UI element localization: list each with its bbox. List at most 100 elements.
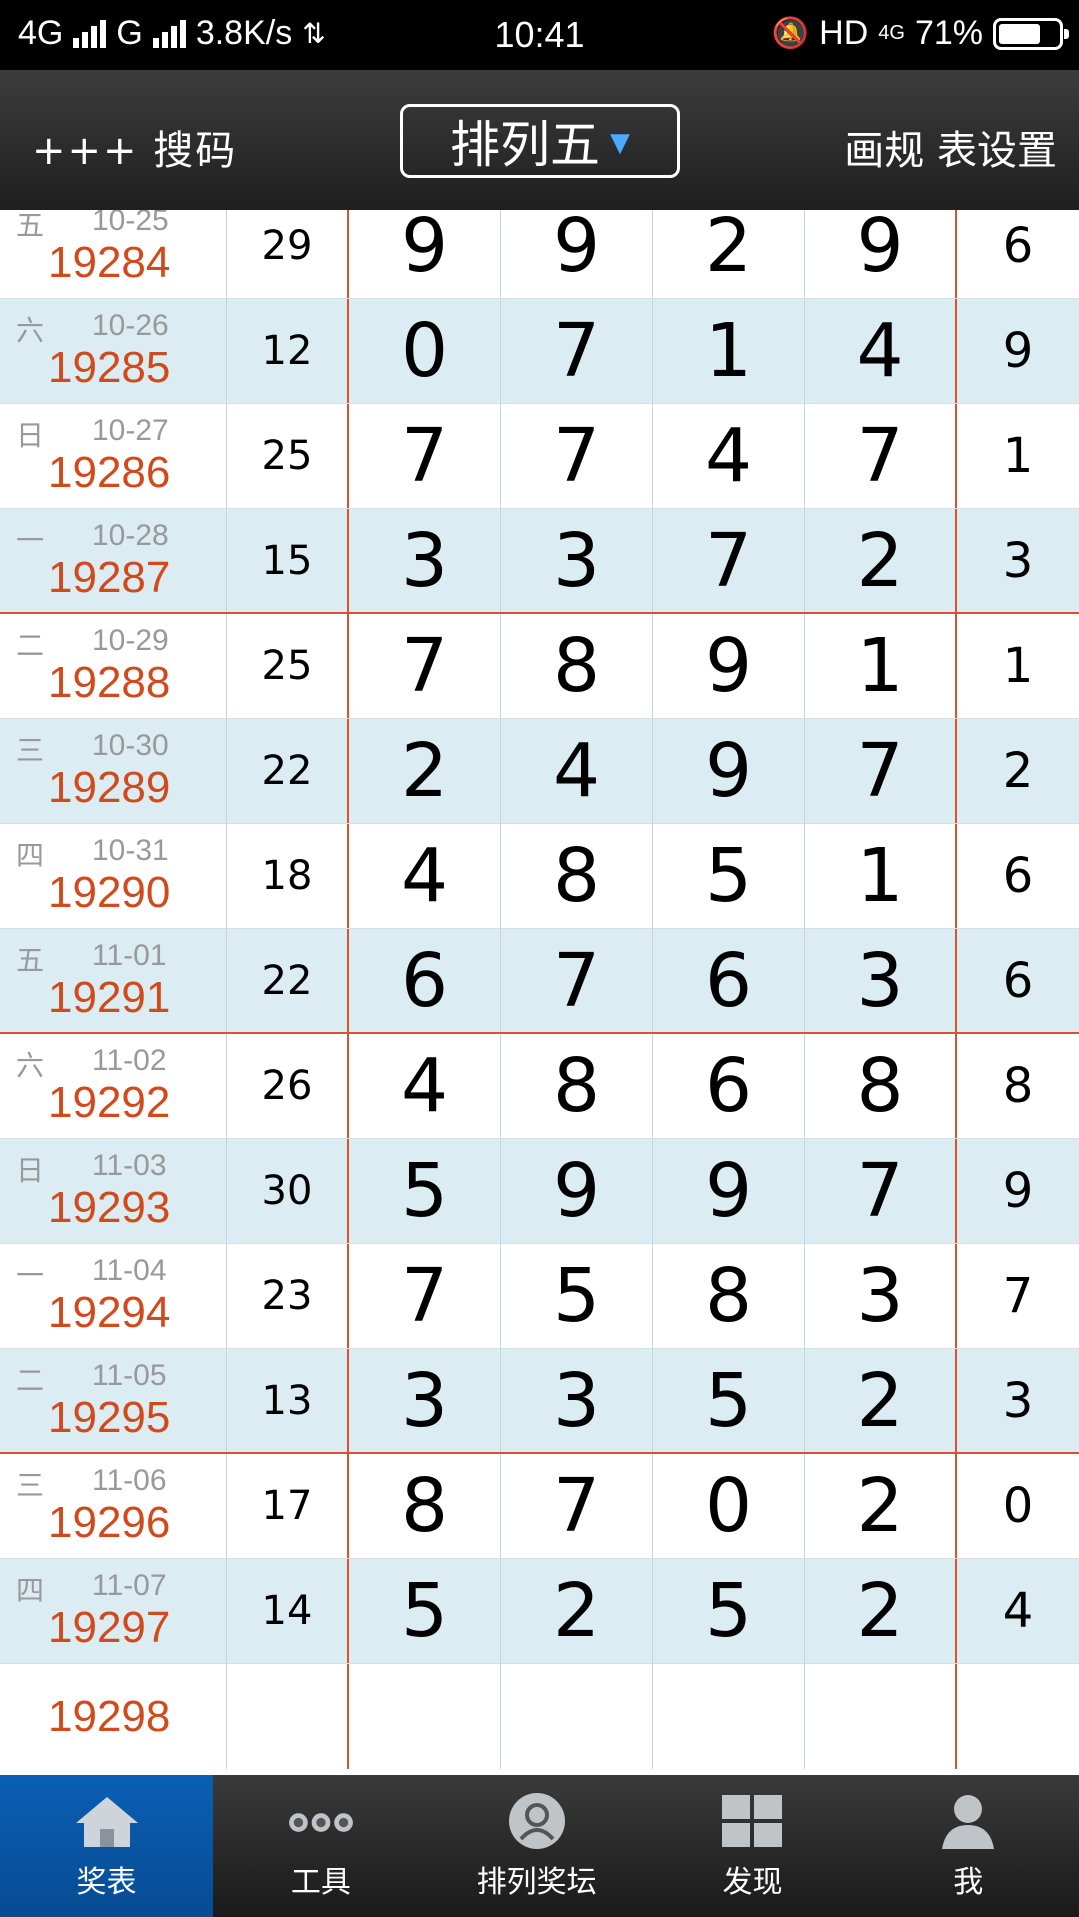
digit-2: 2 (501, 1559, 653, 1663)
table-row[interactable]: 五 10-25 19284 29 9 9 2 9 6 (0, 210, 1079, 299)
sum-value: 14 (227, 1559, 349, 1663)
nav-label: 奖表 (76, 1865, 137, 1900)
nav-label: 排列奖坛 (476, 1865, 597, 1900)
digit-2: 9 (501, 1139, 653, 1243)
digit-1: 2 (349, 719, 501, 823)
forum-icon (502, 1791, 572, 1851)
issue-cell: 五 10-25 19284 (0, 210, 227, 298)
digit-5: 2 (1002, 743, 1034, 799)
draw-date: 10-28 (92, 519, 169, 552)
sum-value: 23 (227, 1244, 349, 1348)
digit-4: 7 (805, 1139, 957, 1243)
digit-1: 7 (349, 1244, 501, 1348)
issue-cell: 19298 (0, 1664, 227, 1769)
draw-date: 11-02 (92, 1044, 167, 1077)
digit-5: 6 (1002, 218, 1034, 274)
weekday-label: 四 (16, 839, 45, 872)
weekday-label: 六 (16, 314, 45, 347)
digit-3: 5 (653, 824, 805, 928)
bottom-nav: 奖表 工具 排列奖坛 发现 我 (0, 1775, 1079, 1917)
issue-number: 19285 (48, 343, 171, 392)
issue-cell: 五 11-01 19291 (0, 929, 227, 1032)
table-row[interactable]: 五 11-01 19291 22 6 7 6 3 6 (0, 929, 1079, 1034)
digit-3: 5 (653, 1559, 805, 1663)
issue-cell: 一 11-04 19294 (0, 1244, 227, 1348)
draw-date: 11-06 (92, 1464, 167, 1497)
weekday-label: 日 (16, 1154, 45, 1187)
issue-number: 19288 (48, 658, 171, 707)
nav-item-me[interactable]: 我 (860, 1775, 1076, 1917)
digit-2: 8 (501, 614, 653, 718)
draw-date: 11-01 (92, 939, 167, 972)
digit-2: 7 (501, 929, 653, 1032)
weekday-label: 五 (16, 944, 45, 977)
digit-1 (349, 1664, 501, 1769)
table-row[interactable]: 四 11-07 19297 14 5 2 5 2 4 (0, 1559, 1079, 1664)
table-row[interactable]: 19298 (0, 1664, 1079, 1769)
table-row[interactable]: 日 11-03 19293 30 5 9 9 7 9 (0, 1139, 1079, 1244)
sum-value: 25 (227, 404, 349, 508)
weekday-label: 二 (16, 1364, 45, 1397)
table-row[interactable]: 日 10-27 19286 25 7 7 4 7 1 (0, 404, 1079, 509)
issue-number: 19294 (48, 1288, 171, 1337)
battery-icon (993, 17, 1069, 50)
digit-4: 4 (805, 299, 957, 403)
digit-4: 2 (805, 1349, 957, 1452)
bell-muted-icon: 🔕 (771, 17, 810, 50)
weekday-label: 四 (16, 1574, 45, 1607)
table-row[interactable]: 六 10-26 19285 12 0 7 1 4 9 (0, 299, 1079, 404)
nav-label: 工具 (290, 1865, 351, 1900)
lottery-type-dropdown[interactable]: 排列五 ▼ (400, 104, 680, 178)
table-row[interactable]: 六 11-02 19292 26 4 8 6 8 8 (0, 1034, 1079, 1139)
issue-cell: 六 11-02 19292 (0, 1034, 227, 1138)
sum-value: 29 (227, 210, 349, 298)
draw-date: 11-04 (92, 1254, 167, 1287)
digit-2 (501, 1664, 653, 1769)
nav-item-discover[interactable]: 发现 (645, 1775, 861, 1917)
battery-percent: 71% (914, 14, 983, 52)
digit-1: 6 (349, 929, 501, 1032)
table-settings-button[interactable]: 画规 表设置 (844, 118, 1057, 176)
weekday-label: 日 (16, 419, 45, 452)
digit-3: 9 (653, 1139, 805, 1243)
digit-4: 3 (805, 1244, 957, 1348)
digit-2: 7 (501, 1454, 653, 1558)
issue-number: 19286 (48, 448, 171, 497)
table-row[interactable]: 二 11-05 19295 13 3 3 5 2 3 (0, 1349, 1079, 1454)
digit-5: 9 (1002, 1163, 1034, 1219)
nav-item-tools[interactable]: 工具 (213, 1775, 429, 1917)
status-bar: 4G G 3.8K/s ⇅ 10:41 🔕 HD 4G 71% (0, 0, 1079, 70)
draw-date: 10-26 (92, 309, 169, 342)
table-row[interactable]: 四 10-31 19290 18 4 8 5 1 6 (0, 824, 1079, 929)
network-4g-indicator: 4G (878, 22, 905, 44)
digit-1: 5 (349, 1559, 501, 1663)
draw-results-table[interactable]: 五 10-25 19284 29 9 9 2 9 6 六 10-26 19285 12 0 7 1 4 9 日 10-… (0, 210, 1079, 1775)
weekday-label: 五 (16, 210, 45, 242)
table-row[interactable]: 一 10-28 19287 15 3 3 7 2 3 (0, 509, 1079, 614)
weekday-label: 三 (16, 734, 45, 767)
digit-2: 7 (501, 299, 653, 403)
digit-5 (957, 1664, 1079, 1769)
digit-5: 4 (1002, 1583, 1034, 1639)
digit-5: 3 (1002, 1372, 1034, 1429)
table-row[interactable]: 二 10-29 19288 25 7 8 9 1 1 (0, 614, 1079, 719)
table-row[interactable]: 三 10-30 19289 22 2 4 9 7 2 (0, 719, 1079, 824)
sum-value: 15 (227, 509, 349, 612)
table-row[interactable]: 一 11-04 19294 23 7 5 8 3 7 (0, 1244, 1079, 1349)
draw-date: 10-30 (92, 729, 169, 762)
nav-item-forum[interactable]: 排列奖坛 (429, 1775, 645, 1917)
sum-value (227, 1664, 349, 1769)
issue-number: 19292 (48, 1078, 171, 1127)
digit-3 (653, 1664, 805, 1769)
search-code-button[interactable]: +++ 搜码 (32, 118, 237, 176)
nav-label: 我 (953, 1865, 984, 1900)
digit-2: 8 (501, 1034, 653, 1138)
issue-cell: 日 10-27 19286 (0, 404, 227, 508)
nav-item-award-table[interactable]: 奖表 (0, 1775, 213, 1917)
table-row[interactable]: 三 11-06 19296 17 8 7 0 2 0 (0, 1454, 1079, 1559)
digit-1: 9 (349, 210, 501, 298)
issue-number: 19287 (48, 553, 171, 602)
draw-date: 11-07 (92, 1569, 167, 1602)
sum-value: 22 (227, 929, 349, 1032)
tools-dots-icon (286, 1791, 356, 1851)
